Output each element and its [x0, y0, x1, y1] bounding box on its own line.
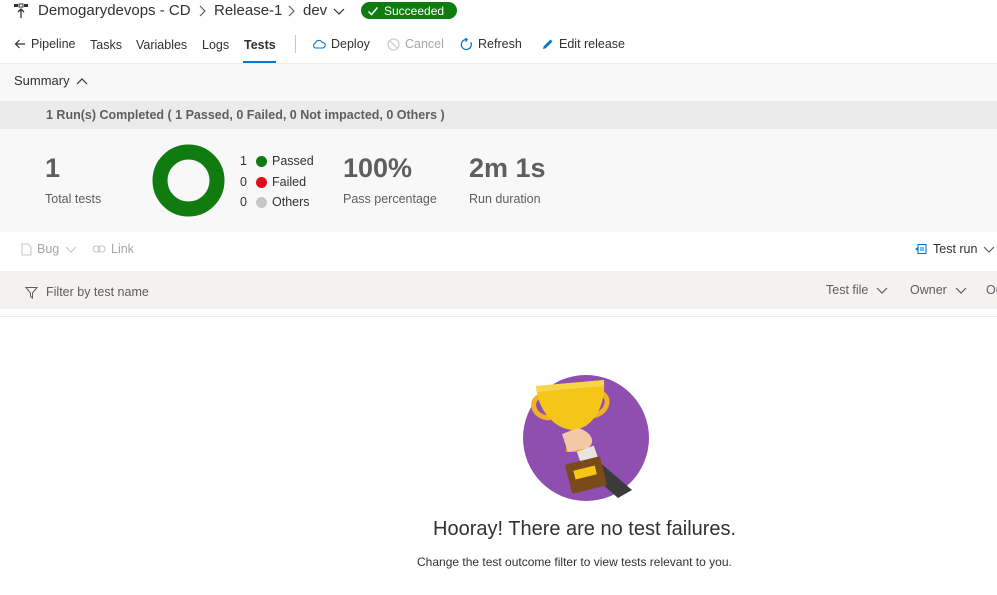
filter-divider [0, 316, 997, 317]
cloud-icon [313, 39, 326, 49]
run-duration-value: 2m 1s [469, 153, 546, 183]
arrow-left-icon [14, 39, 25, 49]
pass-percentage-label: Pass percentage [343, 192, 437, 206]
check-icon [367, 6, 379, 16]
filter-icon [25, 286, 38, 299]
back-to-pipeline-button[interactable]: Pipeline [14, 37, 75, 51]
outcome-filter[interactable]: Ou [986, 283, 997, 297]
tab-tests[interactable]: Tests [244, 38, 276, 52]
breadcrumb-stage[interactable]: dev [303, 2, 327, 19]
chevron-down-icon [955, 287, 967, 294]
outcome-donut-chart [152, 144, 225, 217]
tab-variables[interactable]: Variables [136, 38, 187, 52]
trophy-illustration [523, 375, 649, 501]
total-tests-label: Total tests [45, 192, 102, 206]
test-run-icon [915, 243, 927, 255]
passed-count: 1 [240, 154, 247, 168]
legend-passed: 1 Passed [240, 154, 314, 168]
pencil-icon [543, 39, 553, 49]
document-icon [21, 243, 32, 255]
pass-percentage-value: 100% [343, 153, 413, 183]
failed-dot-icon [256, 176, 267, 188]
summary-header[interactable]: Summary [0, 64, 997, 101]
total-tests-value: 1 [45, 153, 61, 183]
tab-logs[interactable]: Logs [202, 38, 229, 52]
status-badge: Succeeded [361, 2, 457, 19]
bug-button[interactable]: Bug [21, 242, 82, 256]
toolbar-divider [295, 35, 296, 53]
test-file-filter[interactable]: Test file [826, 283, 888, 297]
legend-failed: 0 Failed [240, 175, 306, 189]
cancel-icon [387, 37, 400, 51]
link-icon [92, 245, 106, 253]
bug-label: Bug [37, 242, 60, 256]
passed-dot-icon [256, 155, 267, 167]
chevron-down-icon[interactable] [333, 5, 345, 17]
test-run-dropdown[interactable]: Test run [914, 242, 995, 256]
run-duration-label: Run duration [469, 192, 541, 206]
runs-completed-text: 1 Run(s) Completed ( 1 Passed, 0 Failed,… [46, 108, 445, 122]
chevron-down-icon [876, 287, 888, 294]
legend-others: 0 Others [240, 195, 310, 209]
chevron-down-icon [984, 246, 995, 253]
others-label: Others [272, 195, 310, 209]
release-pipeline-icon [14, 3, 28, 18]
edit-release-button[interactable]: Edit release [541, 37, 625, 51]
breadcrumb-pipeline[interactable]: Demogarydevops - CD [38, 2, 191, 19]
test-file-label: Test file [826, 283, 869, 297]
tab-tasks[interactable]: Tasks [90, 38, 122, 52]
refresh-button[interactable]: Refresh [460, 37, 522, 51]
test-summary-stats: 1 Total tests 1 Passed 0 Failed 0 Others… [0, 129, 997, 232]
refresh-icon [460, 37, 472, 50]
filter-placeholder: Filter by test name [46, 285, 149, 299]
back-label: Pipeline [31, 37, 76, 51]
empty-state-title: Hooray! There are no test failures. [433, 518, 737, 540]
empty-state-subtitle: Change the test outcome filter to view t… [417, 555, 732, 569]
others-count: 0 [240, 195, 247, 209]
link-button[interactable]: Link [92, 242, 134, 256]
owner-label: Owner [910, 283, 947, 297]
test-run-label: Test run [933, 242, 978, 256]
breadcrumb: Demogarydevops - CD Release-1 dev Succee… [0, 0, 997, 22]
release-toolbar: Pipeline Tasks Variables Logs Tests Depl… [0, 33, 997, 63]
donut-passed-segment [152, 144, 225, 217]
chevron-down-icon [65, 246, 77, 253]
refresh-label: Refresh [478, 37, 522, 51]
chevron-right-icon [288, 5, 295, 17]
chevron-right-icon [199, 5, 206, 17]
cancel-label: Cancel [405, 37, 444, 51]
deploy-label: Deploy [331, 37, 370, 51]
deploy-button[interactable]: Deploy [312, 37, 370, 51]
link-label: Link [111, 242, 134, 256]
test-actions-bar: Bug Link Test run [0, 232, 997, 270]
owner-filter[interactable]: Owner [910, 283, 967, 297]
summary-title: Summary [14, 73, 70, 88]
others-dot-icon [256, 196, 267, 208]
filter-bar: Filter by test name Test file Owner Ou [0, 271, 997, 309]
breadcrumb-release[interactable]: Release-1 [214, 2, 282, 19]
outcome-label: Ou [986, 283, 997, 297]
status-label: Succeeded [384, 3, 445, 18]
failed-label: Failed [272, 175, 307, 189]
cancel-button[interactable]: Cancel [387, 37, 444, 51]
edit-release-label: Edit release [559, 37, 626, 51]
runs-completed-bar: 1 Run(s) Completed ( 1 Passed, 0 Failed,… [0, 101, 997, 129]
chevron-up-icon [76, 77, 88, 84]
filter-by-test-name-input[interactable]: Filter by test name [25, 285, 149, 299]
failed-count: 0 [240, 175, 247, 189]
passed-label: Passed [272, 154, 314, 168]
summary-toggle[interactable]: Summary [14, 73, 88, 88]
